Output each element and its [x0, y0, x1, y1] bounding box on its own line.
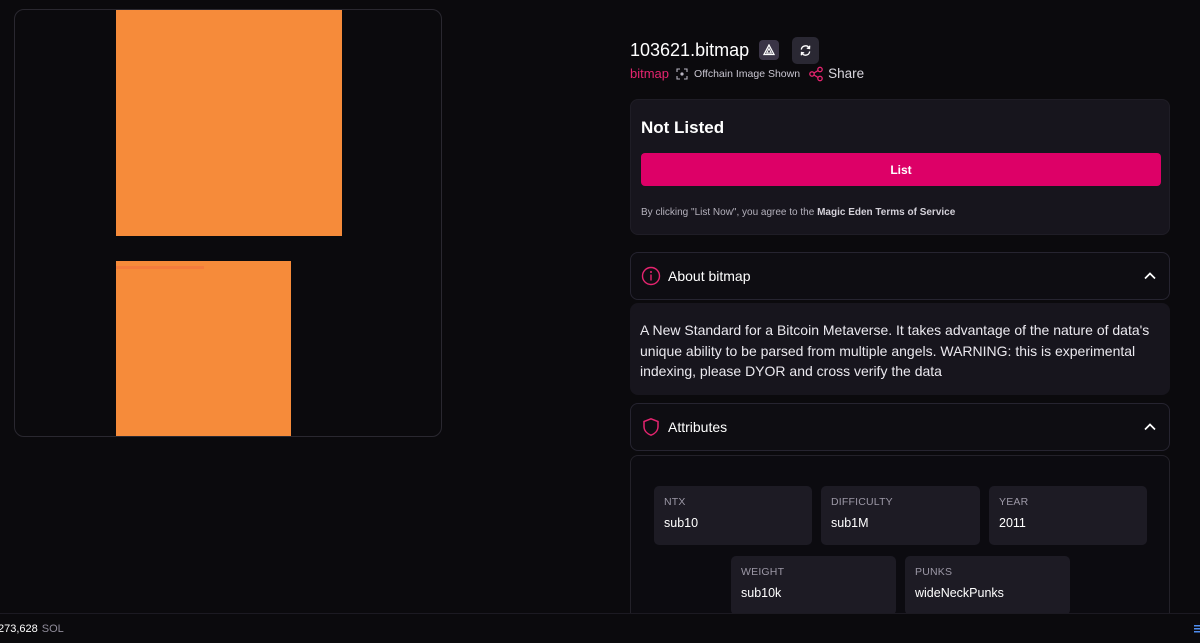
offchain-indicator: Offchain Image Shown — [676, 68, 800, 80]
item-image[interactable] — [14, 9, 442, 437]
ordinals-badge-icon[interactable] — [759, 40, 780, 60]
item-title: 103621.bitmap — [630, 39, 750, 60]
info-icon — [641, 266, 661, 286]
attribute-value: wideNeckPunks — [915, 586, 1004, 600]
collection-link[interactable]: bitmap — [630, 66, 669, 81]
refresh-icon — [800, 44, 811, 56]
footer-amount: 273,628 — [0, 622, 38, 635]
chevron-up-icon — [1143, 420, 1157, 434]
about-header-label: About bitmap — [668, 268, 751, 284]
attribute-punks[interactable]: PUNKS wideNeckPunks — [905, 556, 1070, 615]
about-description: A New Standard for a Bitcoin Metaverse. … — [630, 303, 1170, 395]
attribute-key: WEIGHT — [741, 566, 785, 578]
art-block-bottom — [116, 261, 291, 436]
attributes-accordion-header[interactable]: Attributes — [630, 403, 1170, 451]
footer-bar: 273,628 SOL — [0, 613, 1200, 643]
share-button[interactable]: Share — [808, 66, 864, 82]
attribute-ntx[interactable]: NTX sub10 — [654, 486, 812, 545]
terms-link[interactable]: Magic Eden Terms of Service — [817, 207, 955, 218]
terms-prefix: By clicking "List Now", you agree to the — [641, 207, 815, 218]
list-button[interactable]: List — [641, 153, 1161, 186]
attributes-header-label: Attributes — [668, 419, 728, 435]
attribute-year[interactable]: YEAR 2011 — [989, 486, 1147, 545]
offchain-icon — [676, 67, 688, 80]
attribute-value: sub10k — [741, 586, 782, 600]
refresh-button[interactable] — [792, 36, 820, 64]
listing-card: Not Listed List By clicking "List Now", … — [630, 99, 1170, 235]
attribute-key: DIFFICULTY — [831, 496, 893, 508]
attribute-weight[interactable]: WEIGHT sub10k — [731, 556, 896, 615]
art-stripe — [116, 266, 204, 269]
attribute-value: sub10 — [664, 516, 699, 530]
share-label: Share — [828, 66, 865, 81]
terms-text: By clicking "List Now", you agree to the… — [641, 207, 955, 218]
attribute-value: 2011 — [999, 516, 1026, 530]
share-icon — [808, 66, 824, 82]
attribute-key: PUNKS — [915, 566, 953, 578]
offchain-label: Offchain Image Shown — [694, 67, 801, 80]
shield-icon — [641, 417, 661, 437]
listing-status: Not Listed — [641, 118, 725, 137]
menu-icon[interactable] — [1194, 625, 1200, 633]
footer-unit: SOL — [41, 622, 64, 635]
art-block-top — [116, 10, 342, 236]
chevron-up-icon — [1143, 269, 1157, 283]
attribute-value: sub1M — [831, 516, 869, 530]
attribute-key: YEAR — [999, 496, 1029, 508]
about-accordion-header[interactable]: About bitmap — [630, 252, 1170, 300]
attribute-difficulty[interactable]: DIFFICULTY sub1M — [821, 486, 980, 545]
item-header: 103621.bitmap bitmap Offchain Image Show… — [630, 36, 1170, 82]
attribute-key: NTX — [664, 496, 686, 508]
